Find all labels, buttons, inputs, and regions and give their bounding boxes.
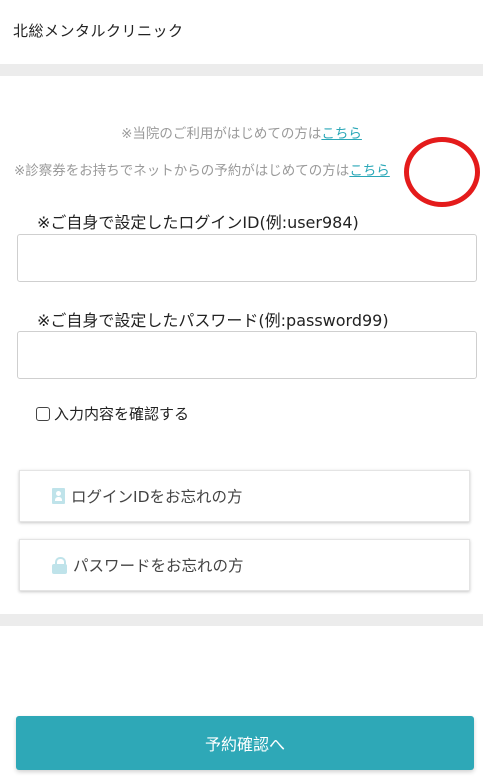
forgot-login-id-button[interactable]: ログインIDをお忘れの方 xyxy=(19,470,470,522)
id-card-icon xyxy=(52,488,65,504)
reservation-confirm-button[interactable]: 予約確認へ xyxy=(16,716,474,770)
online-first-text: ※診察券をお持ちでネットからの予約がはじめての方は xyxy=(14,163,350,179)
login-id-label: ※ご自身で設定したログインID(例:user984) xyxy=(37,213,359,232)
forgot-login-id-label: ログインIDをお忘れの方 xyxy=(71,488,243,506)
first-visit-link[interactable]: こちら xyxy=(321,126,362,142)
first-visit-text: ※当院のご利用がはじめての方は xyxy=(121,126,322,142)
login-id-input[interactable] xyxy=(17,234,477,282)
confirm-input-row[interactable]: 入力内容を確認する xyxy=(36,403,189,424)
password-input[interactable] xyxy=(17,331,477,379)
app-header: 北総メンタルクリニック xyxy=(0,0,483,64)
password-label: ※ご自身で設定したパスワード(例:password99) xyxy=(37,311,389,330)
forgot-password-label: パスワードをお忘れの方 xyxy=(73,557,244,575)
clinic-name: 北総メンタルクリニック xyxy=(13,22,184,40)
divider-band-top xyxy=(0,64,483,76)
online-first-link[interactable]: こちら xyxy=(349,163,390,179)
online-first-notice: ※診察券をお持ちでネットからの予約がはじめての方はこちら xyxy=(14,159,390,179)
annotation-circle xyxy=(404,137,480,207)
confirm-checkbox[interactable] xyxy=(36,406,50,421)
confirm-label: 入力内容を確認する xyxy=(54,405,190,423)
divider-band-bottom xyxy=(0,614,483,626)
forgot-password-button[interactable]: パスワードをお忘れの方 xyxy=(19,539,470,591)
lock-icon xyxy=(52,556,67,574)
first-visit-notice: ※当院のご利用がはじめての方はこちら xyxy=(0,122,483,142)
